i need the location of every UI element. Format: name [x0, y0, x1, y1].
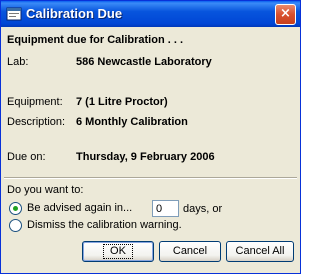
- lab-label: Lab:: [7, 56, 29, 68]
- radio-selected-dot: [13, 206, 18, 211]
- cancel-button[interactable]: Cancel: [159, 241, 221, 262]
- due-date-label: Due on:: [7, 151, 46, 163]
- app-icon: [6, 7, 22, 21]
- cancel-all-button-label: Cancel All: [235, 245, 285, 257]
- options-question: Do you want to:: [7, 184, 84, 196]
- description-value: 6 Monthly Calibration: [76, 116, 188, 128]
- cancel-button-label: Cancel: [172, 245, 208, 257]
- ok-button[interactable]: OK: [82, 241, 154, 262]
- ok-button-label: OK: [103, 244, 133, 259]
- advise-again-radio[interactable]: [9, 202, 22, 215]
- dismiss-warning-radio[interactable]: [9, 219, 22, 232]
- dialog-body: Equipment due for Calibration . . . Lab:…: [4, 27, 297, 270]
- separator: [4, 177, 297, 179]
- equipment-label: Equipment:: [7, 96, 63, 108]
- close-button[interactable]: ×: [275, 4, 296, 25]
- close-icon: ×: [280, 6, 291, 21]
- equipment-value: 7 (1 Litre Proctor): [76, 96, 168, 108]
- cancel-all-button[interactable]: Cancel All: [226, 241, 294, 262]
- dialog-heading: Equipment due for Calibration . . .: [7, 34, 184, 46]
- advise-again-label[interactable]: Be advised again in...: [27, 202, 132, 214]
- title-bar[interactable]: Calibration Due ×: [1, 1, 300, 27]
- description-label: Description:: [7, 116, 66, 128]
- lab-value: 586 Newcastle Laboratory: [76, 56, 212, 68]
- due-date-value: Thursday, 9 February 2006: [76, 151, 215, 163]
- days-input[interactable]: [152, 200, 179, 217]
- window-title: Calibration Due: [26, 6, 123, 21]
- dismiss-warning-label[interactable]: Dismiss the calibration warning.: [27, 219, 182, 231]
- calibration-due-dialog: Calibration Due × Equipment due for Cali…: [0, 0, 301, 274]
- days-suffix-label: days, or: [183, 203, 223, 215]
